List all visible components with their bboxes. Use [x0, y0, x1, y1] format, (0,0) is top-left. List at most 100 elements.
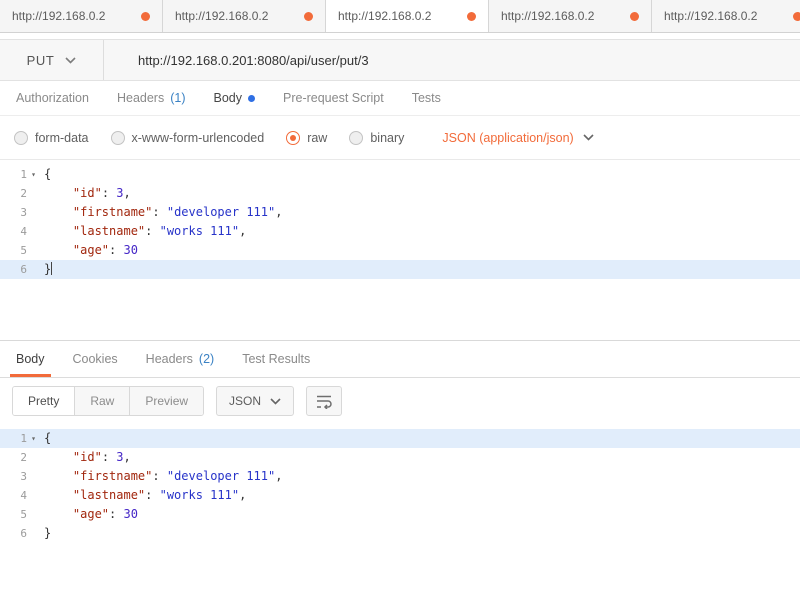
response-toolbar: Pretty Raw Preview JSON — [0, 378, 800, 424]
response-format-selector[interactable]: JSON — [216, 386, 294, 416]
code-line[interactable]: 2 "id": 3, — [0, 448, 800, 467]
tab-label: Body — [214, 91, 243, 105]
code-line[interactable]: 4 "lastname": "works 111", — [0, 222, 800, 241]
code-text: { — [40, 429, 51, 448]
chevron-down-icon — [270, 398, 281, 405]
code-text: "age": 30 — [40, 505, 138, 524]
url-input[interactable]: http://192.168.0.201:8080/api/user/put/3 — [104, 40, 800, 80]
tab-title: http://192.168.0.2 — [664, 9, 757, 23]
radio-icon — [349, 131, 363, 145]
code-line[interactable]: 5 "age": 30 — [0, 505, 800, 524]
code-line[interactable]: 1▾{ — [0, 165, 800, 184]
response-tabs: Body Cookies Headers (2) Test Results — [0, 341, 800, 378]
radio-label: form-data — [35, 131, 89, 145]
request-body-editor[interactable]: 1▾{2 "id": 3,3 "firstname": "developer 1… — [0, 160, 800, 341]
radio-icon — [14, 131, 28, 145]
method-label: PUT — [27, 53, 55, 68]
code-text: { — [40, 165, 51, 184]
tab-title: http://192.168.0.2 — [12, 9, 105, 23]
unsaved-dot-icon — [793, 12, 800, 21]
format-label: JSON — [229, 394, 261, 408]
chevron-down-icon — [583, 134, 594, 141]
body-type-row: form-data x-www-form-urlencoded raw bina… — [0, 116, 800, 160]
code-text: "id": 3, — [40, 448, 131, 467]
line-number: 6 — [0, 260, 40, 279]
code-line[interactable]: 6} — [0, 524, 800, 543]
unsaved-dot-icon — [304, 12, 313, 21]
line-number: 5 — [0, 505, 40, 524]
tab-label: Test Results — [242, 352, 310, 366]
raw-button[interactable]: Raw — [75, 387, 130, 415]
chevron-down-icon — [65, 57, 76, 64]
code-line[interactable]: 5 "age": 30 — [0, 241, 800, 260]
fold-arrow-icon[interactable]: ▾ — [27, 165, 40, 184]
tab-label: Headers — [117, 91, 164, 105]
tab-label: Authorization — [16, 91, 89, 105]
content-type-selector[interactable]: JSON (application/json) — [442, 131, 593, 145]
code-text: } — [40, 524, 51, 543]
line-number: 4 — [0, 486, 40, 505]
request-tab-5[interactable]: http://192.168.0.2 — [652, 0, 800, 32]
request-tab-2[interactable]: http://192.168.0.2 — [163, 0, 326, 32]
response-body-editor[interactable]: 1▾{2 "id": 3,3 "firstname": "developer 1… — [0, 424, 800, 600]
code-text: "id": 3, — [40, 184, 131, 203]
line-number: 3 — [0, 203, 40, 222]
line-number: 5 — [0, 241, 40, 260]
tab-headers[interactable]: Headers (1) — [103, 81, 200, 115]
body-type-form-data[interactable]: form-data — [14, 131, 89, 145]
tab-label: Body — [16, 352, 45, 366]
content-type-label: JSON (application/json) — [442, 131, 573, 145]
code-line[interactable]: 4 "lastname": "works 111", — [0, 486, 800, 505]
tab-body[interactable]: Body — [200, 81, 270, 115]
radio-label: raw — [307, 131, 327, 145]
body-active-dot-icon — [248, 95, 255, 102]
code-line[interactable]: 3 "firstname": "developer 111", — [0, 203, 800, 222]
tab-label: Cookies — [73, 352, 118, 366]
tab-label: Pre-request Script — [283, 91, 384, 105]
radio-label: x-www-form-urlencoded — [132, 131, 265, 145]
wrap-text-icon — [315, 393, 333, 409]
tab-title: http://192.168.0.2 — [175, 9, 268, 23]
tab-title: http://192.168.0.2 — [338, 9, 431, 23]
tab-label: Tests — [412, 91, 441, 105]
request-url-bar: PUT http://192.168.0.201:8080/api/user/p… — [0, 39, 800, 81]
pretty-button[interactable]: Pretty — [13, 387, 75, 415]
line-number: 2 — [0, 184, 40, 203]
tab-tests[interactable]: Tests — [398, 81, 455, 115]
radio-icon — [111, 131, 125, 145]
radio-selected-icon — [286, 131, 300, 145]
code-text: "lastname": "works 111", — [40, 222, 246, 241]
tab-test-results[interactable]: Test Results — [228, 341, 324, 377]
request-tab-3-active[interactable]: http://192.168.0.2 — [326, 0, 489, 32]
body-type-raw-selected[interactable]: raw — [286, 131, 327, 145]
tab-pre-request-script[interactable]: Pre-request Script — [269, 81, 398, 115]
code-line[interactable]: 2 "id": 3, — [0, 184, 800, 203]
tab-authorization[interactable]: Authorization — [2, 81, 103, 115]
method-selector[interactable]: PUT — [0, 40, 104, 80]
tab-bar: http://192.168.0.2 http://192.168.0.2 ht… — [0, 0, 800, 33]
code-line[interactable]: 1▾{ — [0, 429, 800, 448]
unsaved-dot-icon — [630, 12, 639, 21]
code-text: "age": 30 — [40, 241, 138, 260]
tab-response-body[interactable]: Body — [2, 341, 59, 377]
code-line[interactable]: 6} — [0, 260, 800, 279]
request-tab-1[interactable]: http://192.168.0.2 — [0, 0, 163, 32]
tab-cookies[interactable]: Cookies — [59, 341, 132, 377]
code-text: "lastname": "works 111", — [40, 486, 246, 505]
tab-response-headers[interactable]: Headers (2) — [132, 341, 229, 377]
code-text: } — [40, 260, 52, 279]
line-number: 3 — [0, 467, 40, 486]
line-number: 2 — [0, 448, 40, 467]
fold-arrow-icon[interactable]: ▾ — [27, 429, 40, 448]
unsaved-dot-icon — [467, 12, 476, 21]
wrap-text-button[interactable] — [306, 386, 342, 416]
text-caret — [51, 262, 52, 275]
line-number: 1▾ — [0, 165, 40, 184]
body-type-urlencoded[interactable]: x-www-form-urlencoded — [111, 131, 265, 145]
tab-title: http://192.168.0.2 — [501, 9, 594, 23]
request-tab-4[interactable]: http://192.168.0.2 — [489, 0, 652, 32]
code-line[interactable]: 3 "firstname": "developer 111", — [0, 467, 800, 486]
headers-count-badge: (2) — [199, 352, 214, 366]
body-type-binary[interactable]: binary — [349, 131, 404, 145]
preview-button[interactable]: Preview — [130, 387, 203, 415]
